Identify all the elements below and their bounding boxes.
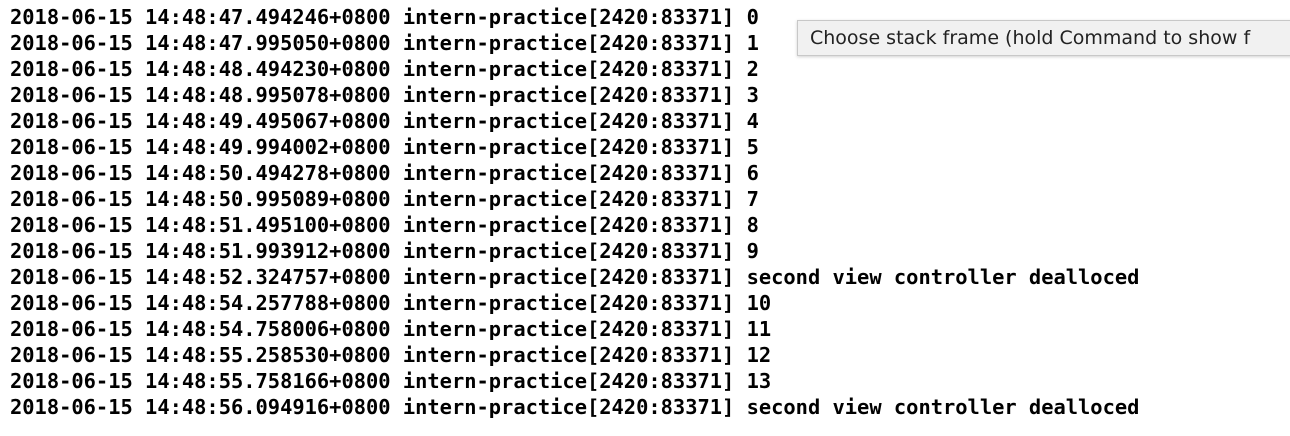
log-line: 2018-06-15 14:48:56.094916+0800 intern-p… xyxy=(10,395,1140,419)
log-line: 2018-06-15 14:48:48.995078+0800 intern-p… xyxy=(10,83,759,107)
log-line: 2018-06-15 14:48:55.258530+0800 intern-p… xyxy=(10,343,772,367)
log-line: 2018-06-15 14:48:48.494230+0800 intern-p… xyxy=(10,57,759,81)
log-line: 2018-06-15 14:48:50.494278+0800 intern-p… xyxy=(10,161,759,185)
log-line: 2018-06-15 14:48:50.995089+0800 intern-p… xyxy=(10,187,759,211)
stack-frame-tooltip: Choose stack frame (hold Command to show… xyxy=(797,20,1290,56)
tooltip-text: Choose stack frame (hold Command to show… xyxy=(810,27,1251,49)
console-log: 2018-06-15 14:48:47.494246+0800 intern-p… xyxy=(10,4,1139,420)
log-line: 2018-06-15 14:48:55.758166+0800 intern-p… xyxy=(10,369,772,393)
log-line: 2018-06-15 14:48:49.495067+0800 intern-p… xyxy=(10,109,759,133)
log-line: 2018-06-15 14:48:49.994002+0800 intern-p… xyxy=(10,135,759,159)
log-line: 2018-06-15 14:48:54.758006+0800 intern-p… xyxy=(10,317,772,341)
log-line: 2018-06-15 14:48:54.257788+0800 intern-p… xyxy=(10,291,772,315)
debug-console[interactable]: 2018-06-15 14:48:47.494246+0800 intern-p… xyxy=(0,0,1290,436)
log-line: 2018-06-15 14:48:51.495100+0800 intern-p… xyxy=(10,213,759,237)
log-line: 2018-06-15 14:48:52.324757+0800 intern-p… xyxy=(10,265,1140,289)
log-line: 2018-06-15 14:48:51.993912+0800 intern-p… xyxy=(10,239,759,263)
